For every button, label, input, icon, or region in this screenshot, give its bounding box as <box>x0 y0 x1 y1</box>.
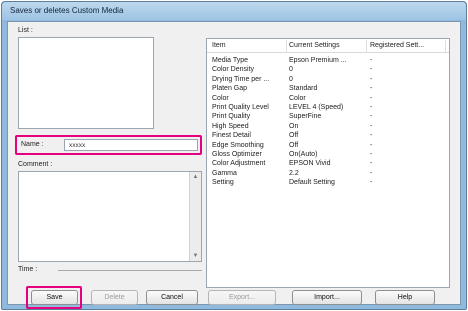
registered-setting-cell: - <box>370 179 373 187</box>
comment-label: Comment : <box>18 161 53 168</box>
table-row[interactable]: Finest Detail Off - <box>207 131 449 140</box>
table-row[interactable]: Color Density 0 - <box>207 65 449 74</box>
column-divider[interactable] <box>445 40 446 52</box>
table-row[interactable]: Media Type Epson Premium ... - <box>207 56 449 65</box>
current-setting-cell: 0 <box>289 66 293 74</box>
table-row[interactable]: Setting Default Setting - <box>207 178 449 187</box>
custom-media-list[interactable] <box>18 37 154 129</box>
setting-item-cell: High Speed <box>212 122 249 130</box>
dialog-client-area: List : Name : xxxxx Comment : ▲ ▼ Time :… <box>7 21 461 309</box>
table-row[interactable]: Color Color - <box>207 94 449 103</box>
current-setting-cell: On <box>289 122 299 130</box>
setting-item-cell: Print Quality Level <box>212 103 269 111</box>
window-title: Saves or deletes Custom Media <box>10 6 124 15</box>
setting-item-cell: Print Quality <box>212 113 251 121</box>
setting-item-cell: Drying Time per ... <box>212 75 270 83</box>
setting-item-cell: Gamma <box>212 169 237 177</box>
table-body: Media Type Epson Premium ... - Color Densit… <box>207 56 449 187</box>
registered-setting-cell: - <box>370 103 373 111</box>
current-setting-cell: SuperFine <box>289 113 322 121</box>
registered-setting-cell: - <box>370 94 373 102</box>
setting-item-cell: Finest Detail <box>212 132 251 140</box>
registered-setting-cell: - <box>370 132 373 140</box>
current-setting-cell: Default Setting <box>289 179 335 187</box>
current-setting-cell: LEVEL 4 (Speed) <box>289 103 344 111</box>
table-row[interactable]: Gamma 2.2 - <box>207 169 449 178</box>
registered-setting-cell: - <box>370 169 373 177</box>
import-button[interactable]: Import... <box>292 290 362 305</box>
table-header: Item Current Settings Registered Sett... <box>207 39 449 53</box>
registered-setting-cell: - <box>370 160 373 168</box>
table-row[interactable]: High Speed On - <box>207 122 449 131</box>
registered-setting-cell: - <box>370 150 373 158</box>
current-setting-cell: EPSON Vivid <box>289 160 331 168</box>
dialog-window: Saves or deletes Custom Media List : Nam… <box>1 1 467 310</box>
scroll-down-icon[interactable]: ▼ <box>190 251 201 261</box>
column-divider[interactable] <box>366 40 367 52</box>
registered-setting-cell: - <box>370 122 373 130</box>
name-label: Name : <box>21 141 44 148</box>
setting-item-cell: Setting <box>212 179 234 187</box>
table-row[interactable]: Platen Gap Standard - <box>207 84 449 93</box>
setting-item-cell: Media Type <box>212 57 249 64</box>
table-row[interactable]: Drying Time per ... 0 - <box>207 75 449 84</box>
registered-setting-cell: - <box>370 85 373 93</box>
column-divider[interactable] <box>286 40 287 52</box>
current-setting-cell: Color <box>289 94 306 102</box>
current-setting-cell: 0 <box>289 75 293 83</box>
comment-scrollbar[interactable]: ▲ ▼ <box>189 172 201 261</box>
current-setting-cell: On(Auto) <box>289 150 318 158</box>
registered-setting-cell: - <box>370 66 373 74</box>
registered-setting-cell: - <box>370 57 373 64</box>
registered-setting-cell: - <box>370 75 373 83</box>
column-header-item[interactable]: Item <box>212 42 226 49</box>
setting-item-cell: Edge Smoothing <box>212 141 264 149</box>
scroll-up-icon[interactable]: ▲ <box>190 172 201 182</box>
time-value <box>58 270 202 271</box>
current-setting-cell: Off <box>289 132 299 140</box>
name-input[interactable]: xxxxx <box>64 139 198 151</box>
cancel-button[interactable]: Cancel <box>146 290 198 305</box>
setting-item-cell: Platen Gap <box>212 85 248 93</box>
delete-button[interactable]: Delete <box>91 290 138 305</box>
settings-table: Item Current Settings Registered Sett...… <box>206 38 450 288</box>
setting-item-cell: Color <box>212 94 229 102</box>
registered-setting-cell: - <box>370 141 373 149</box>
table-row[interactable]: Print Quality Level LEVEL 4 (Speed) - <box>207 103 449 112</box>
table-row[interactable]: Print Quality SuperFine - <box>207 112 449 121</box>
comment-textarea[interactable]: ▲ ▼ <box>18 171 202 262</box>
save-button[interactable]: Save <box>31 290 78 305</box>
registered-setting-cell: - <box>370 113 373 121</box>
setting-item-cell: Color Density <box>212 66 255 74</box>
current-setting-cell: Standard <box>289 85 318 93</box>
title-bar: Saves or deletes Custom Media <box>2 2 466 20</box>
help-button[interactable]: Help <box>375 290 435 305</box>
table-row[interactable]: Gloss Optimizer On(Auto) - <box>207 150 449 159</box>
setting-item-cell: Color Adjustment <box>212 160 266 168</box>
current-setting-cell: Epson Premium ... <box>289 57 347 64</box>
list-label: List : <box>18 27 33 34</box>
column-header-registered-settings[interactable]: Registered Sett... <box>370 42 424 49</box>
table-row[interactable]: Color Adjustment EPSON Vivid - <box>207 159 449 168</box>
table-row[interactable]: Edge Smoothing Off - <box>207 141 449 150</box>
current-setting-cell: 2.2 <box>289 169 299 177</box>
current-setting-cell: Off <box>289 141 299 149</box>
time-label: Time : <box>18 266 38 273</box>
column-header-current-settings[interactable]: Current Settings <box>289 42 340 49</box>
setting-item-cell: Gloss Optimizer <box>212 150 262 158</box>
export-button[interactable]: Export... <box>208 290 276 305</box>
